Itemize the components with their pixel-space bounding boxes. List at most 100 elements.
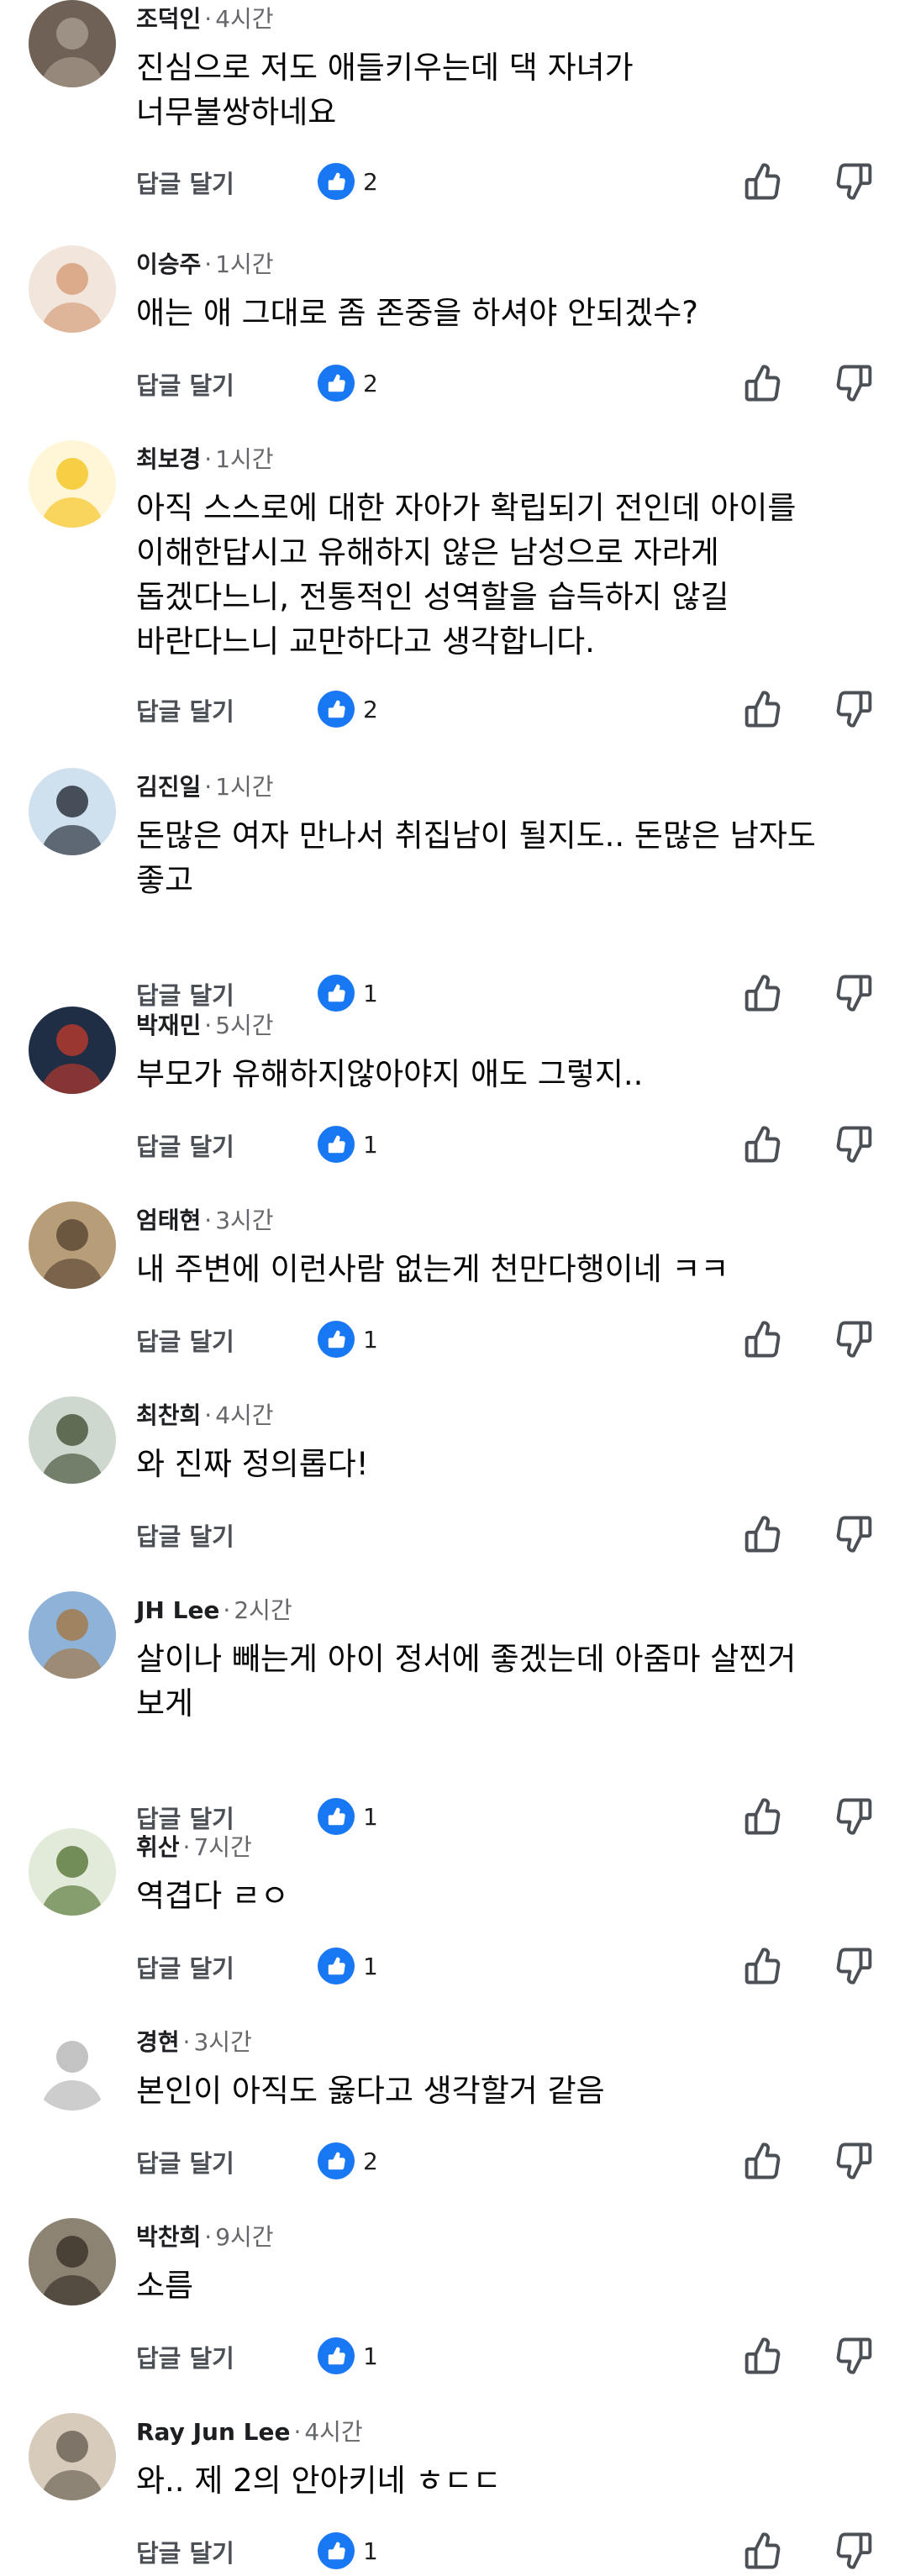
reply-button[interactable]: 답글 달기 — [136, 366, 234, 402]
reply-button[interactable]: 답글 달기 — [136, 2339, 234, 2374]
animals-photo-avatar[interactable] — [29, 2218, 116, 2305]
thumbs-down-icon[interactable] — [834, 1512, 877, 1556]
comment-text: 아직 스스로에 대한 자아가 확립되기 전인데 아이를 이해한답시고 유해하지 않… — [136, 486, 876, 664]
field-photo-avatar[interactable] — [29, 1828, 116, 1916]
comment-text-line: 와 진짜 정의롭다! — [136, 1446, 369, 1482]
comment-text-line: 너무불쌍하네요 — [136, 94, 337, 130]
meta-separator: · — [204, 445, 213, 473]
thumbs-up-icon[interactable] — [739, 1512, 783, 1556]
reply-button[interactable]: 답글 달기 — [136, 1322, 234, 1358]
thumbs-up-icon[interactable] — [739, 1944, 783, 1988]
reply-button[interactable]: 답글 달기 — [136, 1128, 234, 1163]
reply-button[interactable]: 답글 달기 — [136, 1949, 234, 1985]
comment-meta: Ray Jun Lee · 4시간 — [136, 2418, 363, 2447]
dark-photo-avatar[interactable] — [29, 1007, 116, 1094]
thumbs-down-icon[interactable] — [834, 2334, 877, 2378]
reply-button[interactable]: 답글 달기 — [136, 2144, 234, 2179]
comment-text: 역겹다 ㄹㅇ — [136, 1874, 876, 1918]
meta-separator: · — [182, 1833, 191, 1861]
thumbs-down-icon[interactable] — [834, 2529, 877, 2573]
comment-item: 경현 · 3시간 본인이 아직도 옳다고 생각할거 같음 답글 달기 2 — [0, 2023, 905, 2186]
comment-author[interactable]: 박재민 — [136, 1012, 201, 1039]
thumbs-up-icon[interactable] — [739, 2334, 783, 2378]
comment-author[interactable]: 이승주 — [136, 250, 201, 278]
comment-text: 와.. 제 2의 안아키네 ㅎㄷㄷ — [136, 2458, 876, 2503]
thumbs-up-icon[interactable] — [739, 361, 783, 405]
thumbs-down-icon[interactable] — [834, 160, 877, 203]
comment-timestamp: 9시간 — [215, 2223, 274, 2251]
comment-author[interactable]: JH Lee — [136, 1596, 219, 1624]
comment-actions: 답글 달기 2 — [0, 2136, 905, 2186]
thumbs-down-icon[interactable] — [834, 1122, 877, 1166]
comment-author[interactable]: 최찬희 — [136, 1401, 201, 1429]
comment-author[interactable]: 휘산 — [136, 1833, 180, 1861]
comment-author[interactable]: 박찬희 — [136, 2223, 201, 2251]
comment-item: 박찬희 · 9시간 소름 답글 달기 1 — [0, 2218, 905, 2381]
travel-photo-avatar[interactable] — [29, 1591, 116, 1679]
thumbs-up-icon[interactable] — [739, 160, 783, 203]
comment-text-line: 역겹다 ㄹㅇ — [136, 1878, 289, 1914]
comment-text-line: 바란다느니 교만하다고 생각합니다. — [136, 623, 595, 660]
like-reaction-summary[interactable]: 1 — [318, 2336, 378, 2376]
brown-sign-photo-avatar[interactable] — [29, 0, 116, 87]
thumbs-down-icon[interactable] — [834, 1317, 877, 1361]
like-reaction-summary[interactable]: 2 — [318, 689, 378, 729]
comment-item: 최보경 · 1시간 아직 스스로에 대한 자아가 확립되기 전인데 아이를 이해한답시고… — [0, 440, 905, 734]
meta-separator: · — [204, 2223, 213, 2251]
couple-cartoon-avatar[interactable] — [29, 245, 116, 333]
like-reaction-summary[interactable]: 2 — [318, 363, 378, 403]
city-photo-avatar[interactable] — [29, 2413, 116, 2500]
like-reaction-icon — [318, 1321, 355, 1358]
ski-goggles-avatar[interactable] — [29, 768, 116, 855]
like-reaction-summary[interactable]: 2 — [318, 161, 378, 202]
giraffe-sketch-avatar[interactable] — [29, 2023, 116, 2111]
comment-text: 살이나 빼는게 아이 정서에 좋겠는데 아줌마 살찐거 보게 — [136, 1637, 876, 1726]
comment-item: JH Lee · 2시간 살이나 빼는게 아이 정서에 좋겠는데 아줌마 살찐거 보게 답… — [0, 1591, 905, 1842]
thumbs-up-icon[interactable] — [739, 2529, 783, 2573]
like-reaction-summary[interactable]: 1 — [318, 1946, 378, 1986]
thumbs-down-icon[interactable] — [834, 687, 877, 731]
yellow-chick-avatar[interactable] — [29, 440, 116, 528]
thumbs-up-icon[interactable] — [739, 1122, 783, 1166]
comment-text: 진심으로 저도 애들키우는데 댁 자녀가 너무불쌍하네요 — [136, 45, 876, 134]
like-reaction-summary[interactable]: 1 — [318, 1319, 378, 1359]
like-reaction-icon — [318, 691, 355, 728]
comment-item: Ray Jun Lee · 4시간와.. 제 2의 안아키네 ㅎㄷㄷ 답글 달기 1 — [0, 2413, 905, 2576]
comment-text-line: 보게 — [136, 1685, 194, 1722]
comment-item: 김진일 · 1시간 돈많은 여자 만나서 취집남이 될지도.. 돈많은 남자도 좋고 답글… — [0, 768, 905, 1018]
rock-landscape-avatar[interactable] — [29, 1201, 116, 1289]
reply-button[interactable]: 답글 달기 — [136, 692, 234, 728]
comment-author[interactable]: 김진일 — [136, 773, 201, 801]
like-reaction-icon — [318, 2532, 355, 2569]
comment-actions: 답글 달기 1 — [0, 1119, 905, 1170]
comment-text-line: 부모가 유해하지않아야지 애도 그렇지.. — [136, 1056, 644, 1092]
comment-author[interactable]: 엄태현 — [136, 1207, 201, 1234]
thumbs-up-icon[interactable] — [739, 687, 783, 731]
comment-author[interactable]: 경현 — [136, 2028, 180, 2056]
reply-button[interactable]: 답글 달기 — [136, 2534, 234, 2569]
thumbs-down-icon[interactable] — [834, 361, 877, 405]
like-reaction-summary[interactable]: 1 — [318, 2531, 378, 2571]
thumbs-up-icon[interactable] — [739, 1317, 783, 1361]
comment-meta: 경현 · 3시간 — [136, 2028, 252, 2057]
group-photo-avatar[interactable] — [29, 1396, 116, 1484]
comment-text-line: 돈많은 여자 만나서 취집남이 될지도.. 돈많은 남자도 — [136, 817, 816, 854]
thumbs-up-icon[interactable] — [739, 2139, 783, 2183]
reply-button[interactable]: 답글 달기 — [136, 165, 234, 200]
thumbs-down-icon[interactable] — [834, 1944, 877, 1988]
comment-text-line: 돕겠다느니, 전통적인 성역할을 습득하지 않길 — [136, 579, 729, 615]
thumbs-down-icon[interactable] — [834, 2139, 877, 2183]
like-reaction-summary[interactable]: 2 — [318, 2141, 378, 2181]
reply-button[interactable]: 답글 달기 — [136, 1517, 234, 1553]
comment-meta: 조덕인 · 4시간 — [136, 5, 274, 34]
comment-author[interactable]: Ray Jun Lee — [136, 2418, 290, 2446]
comment-text-line: 애는 애 그대로 좀 존중을 하셔야 안되겠수? — [136, 295, 698, 331]
comment-author[interactable]: 최보경 — [136, 445, 201, 473]
like-reaction-icon — [318, 1126, 355, 1163]
comment-author[interactable]: 조덕인 — [136, 5, 201, 33]
comment-meta: 김진일 · 1시간 — [136, 773, 274, 802]
like-reaction-icon — [318, 163, 355, 200]
comment-meta: 박재민 · 5시간 — [136, 1012, 274, 1040]
comment-timestamp: 2시간 — [234, 1596, 292, 1624]
like-reaction-summary[interactable]: 1 — [318, 1124, 378, 1164]
